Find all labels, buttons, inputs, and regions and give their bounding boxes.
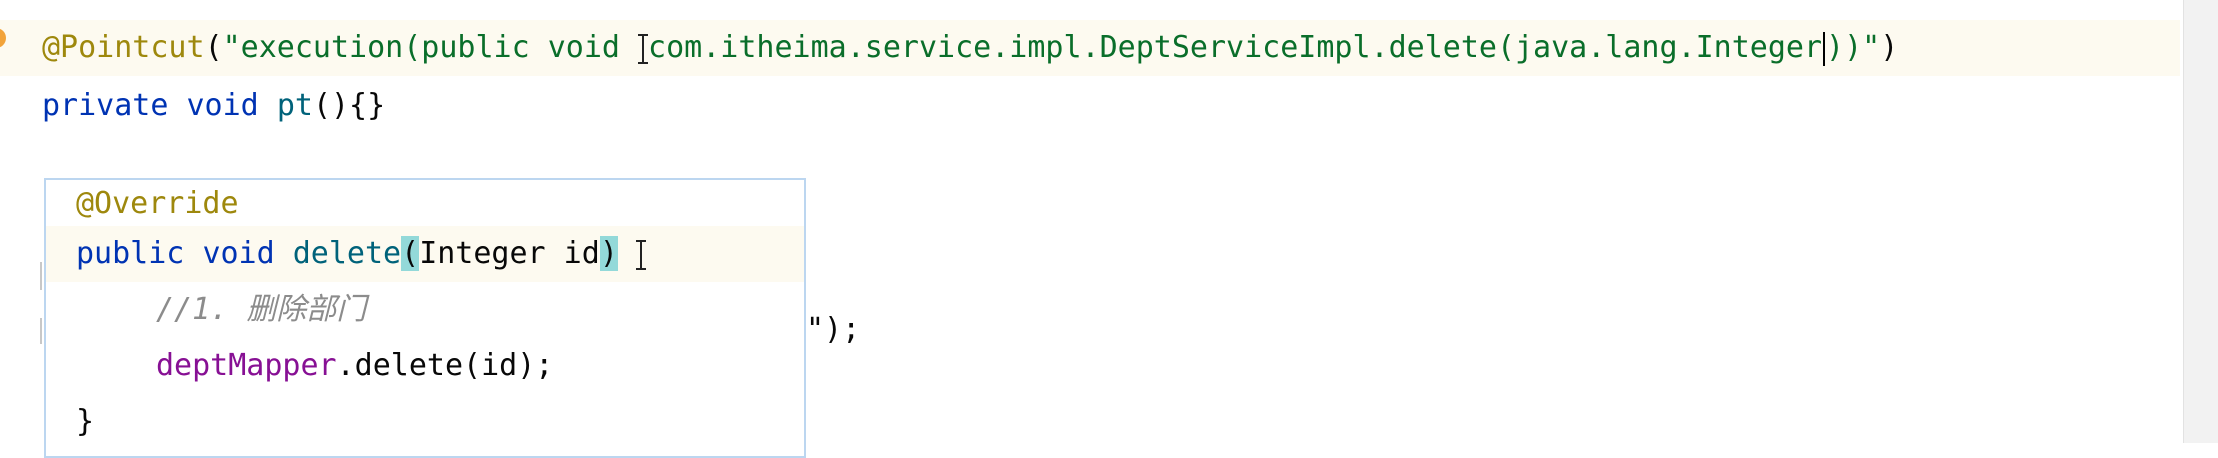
mouse-ibeam-icon [638,33,649,64]
code-comment: //1. 删除部门 [156,292,367,327]
code-line-pt-method[interactable]: private void pt(){} [42,78,385,134]
popup-line-signature: public void delete(Integer id) [76,226,646,282]
pointcut-string-body: com.itheima.service.impl.DeptServiceImpl… [648,30,1823,65]
mouse-ibeam-icon [635,239,646,270]
method-body: (){} [312,88,386,123]
popup-line-close-brace: } [76,394,94,450]
popup-line-call: deptMapper.delete(id); [156,338,553,394]
fold-guide [40,262,42,290]
partially-hidden-code: "); [806,312,861,347]
open-paren: ( [204,30,223,65]
matched-close-paren: ) [599,236,618,271]
keyword-public: public [76,236,185,271]
pointcut-string-suffix: ))" [1826,30,1881,65]
close-paren: ) [1880,30,1899,65]
close-brace: } [76,404,95,439]
pointcut-annotation: @Pointcut [42,30,205,65]
method-params: Integer id [419,236,600,271]
method-name-delete: delete [292,236,402,271]
code-line-pointcut[interactable]: @Pointcut("execution(public void com.ith… [42,20,1898,76]
popup-line-override: @Override [76,176,239,232]
method-call: .delete(id); [336,348,554,383]
vertical-scrollbar[interactable] [2183,0,2218,443]
keyword-void: void [186,88,259,123]
keyword-void: void [202,236,275,271]
override-annotation: @Override [76,186,239,221]
text-caret [1823,31,1826,66]
method-name-pt: pt [276,88,313,123]
field-deptmapper: deptMapper [156,348,337,383]
popup-line-comment: //1. 删除部门 [156,282,366,338]
matched-open-paren: ( [401,236,420,271]
pointcut-string-prefix: "execution(public void [222,30,639,65]
fold-guide [40,318,42,344]
quick-definition-popup[interactable]: @Override public void delete(Integer id)… [44,178,806,458]
keyword-private: private [42,88,169,123]
code-editor[interactable]: @Pointcut("execution(public void com.ith… [0,0,2218,458]
